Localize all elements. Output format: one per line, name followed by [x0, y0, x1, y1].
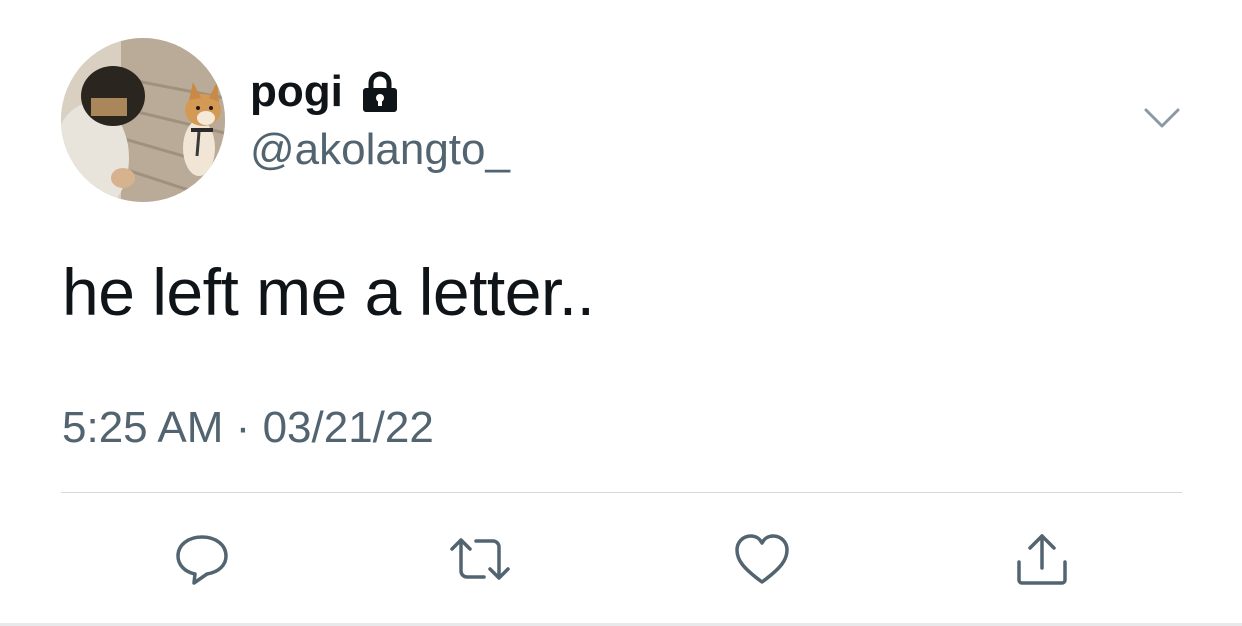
lock-icon — [357, 69, 403, 115]
retweet-icon — [450, 538, 510, 580]
reply-icon — [176, 535, 228, 585]
heart-icon — [735, 534, 789, 584]
divider — [61, 492, 1182, 493]
tweet-card: pogi @akolangto_ he left me a letter.. 5… — [0, 0, 1242, 626]
share-button[interactable] — [1010, 527, 1074, 591]
tweet-text: he left me a letter.. — [62, 255, 595, 329]
reply-button[interactable] — [170, 527, 234, 591]
tweet-timestamp[interactable]: 5:25 AM · 03/21/22 — [62, 402, 434, 454]
display-name-text: pogi — [250, 67, 343, 116]
user-handle[interactable]: @akolangto_ — [250, 124, 510, 176]
tweet-time: 5:25 AM — [62, 403, 224, 452]
meta-separator: · — [235, 403, 251, 452]
action-bar — [0, 527, 1242, 591]
display-name[interactable]: pogi — [250, 66, 403, 118]
tweet-date: 03/21/22 — [262, 403, 434, 452]
chevron-down-icon[interactable] — [1140, 98, 1184, 138]
retweet-button[interactable] — [448, 527, 512, 591]
avatar[interactable] — [61, 38, 225, 202]
like-button[interactable] — [730, 527, 794, 591]
share-icon — [1017, 534, 1067, 585]
